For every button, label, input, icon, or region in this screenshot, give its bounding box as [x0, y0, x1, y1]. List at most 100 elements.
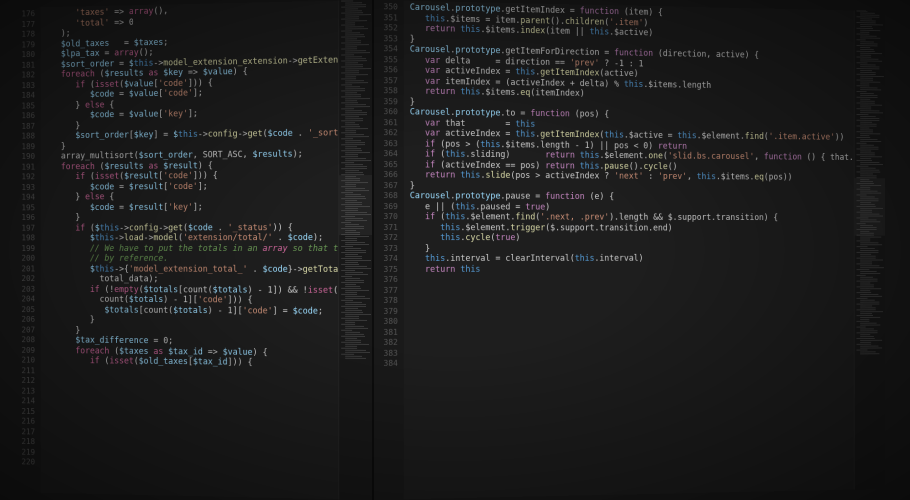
line-number: 204 — [13, 295, 36, 305]
line-number: 350 — [374, 2, 398, 13]
code-line[interactable]: $this->load->model('extension/total/' . … — [46, 233, 332, 244]
code-area-left: 1761771781791801811821831841851861871881… — [13, 0, 373, 500]
line-number: 213 — [13, 386, 36, 396]
line-number: 220 — [13, 457, 36, 468]
line-number: 378 — [374, 296, 398, 307]
line-number: 201 — [13, 264, 36, 274]
line-number: 363 — [374, 139, 398, 150]
minimap-left[interactable] — [338, 0, 372, 500]
line-number: 382 — [374, 338, 398, 349]
line-number: 182 — [13, 70, 36, 81]
line-number: 364 — [374, 149, 398, 160]
line-number: 358 — [374, 86, 398, 97]
line-number: 351 — [374, 13, 398, 24]
line-number: 199 — [13, 244, 36, 254]
line-number: 368 — [374, 191, 398, 202]
code-line[interactable]: this.cycle(true) — [410, 233, 848, 244]
line-number: 200 — [13, 254, 36, 264]
line-number: 202 — [13, 274, 36, 284]
line-number: 379 — [374, 306, 398, 317]
code-line[interactable]: // We have to put the totals in an array… — [46, 244, 332, 254]
line-number: 179 — [13, 40, 36, 51]
editor-pane-left: 1761771781791801811821831841851861871881… — [13, 0, 373, 500]
line-number: 195 — [13, 203, 36, 213]
line-number: 207 — [13, 325, 36, 335]
code-line[interactable]: } — [46, 212, 332, 223]
code-line[interactable]: // by reference. — [46, 254, 332, 265]
line-number: 187 — [13, 121, 36, 131]
line-number: 178 — [13, 30, 36, 41]
line-number: 366 — [374, 170, 398, 181]
code-content-left[interactable]: 'taxes' => array(), 'total' => 0 ); $old… — [41, 1, 339, 500]
code-line[interactable]: count($totals) - 1]['code'])) { — [46, 295, 332, 307]
code-line[interactable]: } — [410, 244, 848, 254]
line-number: 185 — [13, 101, 36, 111]
line-number: 180 — [13, 50, 36, 61]
line-number: 198 — [13, 234, 36, 244]
line-number: 380 — [374, 317, 398, 328]
line-number: 184 — [13, 91, 36, 101]
line-number: 362 — [374, 128, 398, 139]
line-number: 203 — [13, 284, 36, 294]
line-number: 212 — [13, 376, 36, 386]
code-line[interactable]: $this->{'model_extension_total_' . $code… — [46, 264, 332, 275]
line-number: 352 — [374, 23, 398, 34]
line-number: 214 — [13, 396, 36, 406]
code-area-right: 3503513523533543553563573583593603613623… — [374, 0, 885, 500]
line-number: 355 — [374, 55, 398, 66]
line-number: 373 — [374, 244, 398, 255]
line-number: 209 — [13, 345, 36, 355]
line-number: 186 — [13, 111, 36, 121]
line-gutter-right: 3503513523533543553563573583593603613623… — [374, 0, 404, 500]
line-number: 205 — [13, 305, 36, 315]
line-number: 371 — [374, 223, 398, 234]
line-number: 217 — [13, 427, 36, 438]
line-number: 193 — [13, 183, 36, 193]
line-number: 192 — [13, 172, 36, 182]
line-number: 376 — [374, 275, 398, 286]
line-number: 196 — [13, 213, 36, 223]
line-number: 359 — [374, 97, 398, 108]
line-number: 367 — [374, 181, 398, 192]
code-line[interactable]: if (isset($old_taxes[$tax_id])) { — [46, 356, 332, 369]
line-number: 365 — [374, 160, 398, 171]
line-number: 360 — [374, 107, 398, 118]
line-number: 183 — [13, 81, 36, 92]
line-number: 206 — [13, 315, 36, 325]
line-number: 181 — [13, 60, 36, 71]
line-number: 372 — [374, 233, 398, 244]
line-number: 197 — [13, 223, 36, 233]
code-line[interactable]: this.$element.trigger($.support.transiti… — [410, 223, 848, 234]
line-gutter-left: 1761771781791801811821831841851861871881… — [13, 7, 41, 493]
line-number: 189 — [13, 142, 36, 152]
line-number: 361 — [374, 118, 398, 129]
line-number: 176 — [13, 9, 36, 20]
line-number: 177 — [13, 19, 36, 30]
minimap-right[interactable] — [854, 10, 885, 489]
line-number: 218 — [13, 437, 36, 448]
line-number: 356 — [374, 65, 398, 76]
editor-pane-right: 3503513523533543553563573583593603613623… — [374, 0, 885, 500]
line-number: 370 — [374, 212, 398, 223]
code-line[interactable]: if ($this->config->get($code . '_status'… — [46, 223, 332, 234]
line-number: 211 — [13, 366, 36, 376]
line-number: 353 — [374, 34, 398, 45]
code-line[interactable]: return this — [410, 264, 848, 275]
line-number: 191 — [13, 162, 36, 172]
line-number: 369 — [374, 202, 398, 213]
line-number: 190 — [13, 152, 36, 162]
line-number: 219 — [13, 447, 36, 458]
line-number: 374 — [374, 254, 398, 265]
line-number: 210 — [13, 356, 36, 366]
line-number: 384 — [374, 359, 398, 370]
line-number: 215 — [13, 406, 36, 417]
code-line[interactable]: this.interval = clearInterval(this.inter… — [410, 254, 848, 265]
line-number: 357 — [374, 76, 398, 87]
code-content-right[interactable]: Carousel.prototype.getItemIndex = functi… — [404, 1, 854, 500]
minimap-viewport-right[interactable] — [855, 178, 885, 236]
line-number: 216 — [13, 417, 36, 428]
line-number: 188 — [13, 132, 36, 142]
code-line[interactable]: if (this.$element.find('.next, .prev').l… — [410, 212, 848, 224]
line-number: 381 — [374, 327, 398, 338]
minimap-viewport-left[interactable] — [339, 175, 372, 235]
